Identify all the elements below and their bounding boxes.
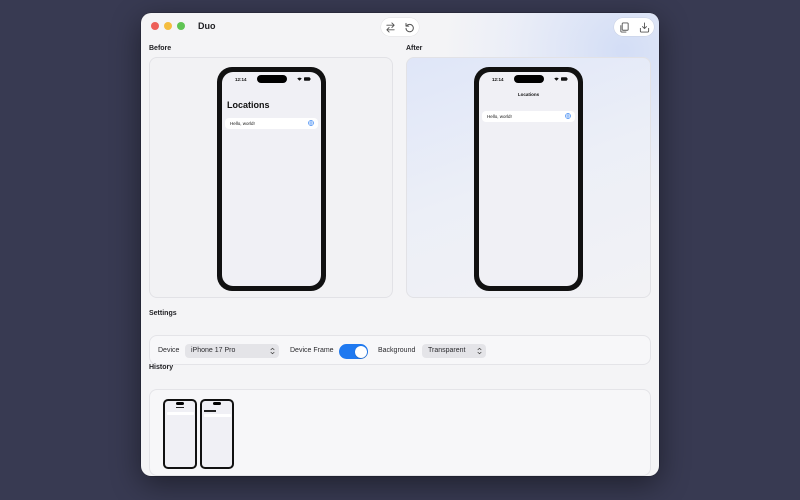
thumb-large-title (204, 410, 216, 412)
device-frame-label: Device Frame (290, 347, 334, 354)
before-preview-panel[interactable]: 12:14 Locations Hello, world! (149, 57, 393, 298)
globe-icon (565, 113, 571, 119)
thumb-inline-title (176, 407, 184, 408)
after-label: After (406, 45, 423, 52)
device-select-value: iPhone 17 Pro (191, 347, 236, 354)
after-phone-frame: 12:14 Locations Hello, world! (474, 67, 583, 291)
save-tray-icon (639, 21, 649, 33)
close-window-button[interactable] (151, 22, 159, 30)
history-thumb-screen (202, 401, 232, 467)
copy-button[interactable] (616, 19, 632, 35)
minimize-window-button[interactable] (164, 22, 172, 30)
battery-icon (304, 77, 311, 81)
before-label: Before (149, 45, 172, 52)
chevron-updown-icon (270, 347, 275, 355)
thumb-list-row (203, 414, 231, 417)
settings-label: Settings (149, 310, 177, 317)
chevron-updown-icon (477, 347, 482, 355)
battery-icon (561, 77, 568, 81)
status-icons (297, 77, 311, 81)
wifi-icon (297, 77, 302, 81)
background-label: Background (378, 347, 416, 354)
list-row-text: Hello, world! (230, 121, 255, 126)
after-preview-panel[interactable]: 12:14 Locations Hello, world! (406, 57, 651, 298)
dynamic-island (257, 75, 287, 83)
swap-button[interactable] (383, 19, 399, 35)
screen-large-title: Locations (227, 100, 270, 110)
dynamic-island (213, 402, 221, 405)
save-button[interactable] (636, 19, 652, 35)
dynamic-island (514, 75, 544, 83)
copy-icon (619, 21, 629, 33)
app-title: Duo (198, 21, 216, 31)
dynamic-island (176, 402, 184, 405)
rotate-left-icon (405, 22, 414, 32)
history-label: History (149, 364, 174, 371)
history-item[interactable] (163, 399, 197, 469)
swap-arrows-icon (386, 21, 395, 33)
device-label: Device (158, 347, 180, 354)
toolbar-export-group (614, 18, 654, 36)
device-frame-toggle[interactable] (339, 344, 368, 359)
toggle-knob (354, 345, 367, 358)
background-select[interactable]: Transparent (422, 344, 486, 358)
before-phone-screen: 12:14 Locations Hello, world! (222, 72, 321, 286)
after-phone-screen: 12:14 Locations Hello, world! (479, 72, 578, 286)
wifi-icon (554, 77, 559, 81)
toolbar-compare-group (381, 18, 419, 36)
list-row: Hello, world! (482, 111, 575, 122)
zoom-window-button[interactable] (177, 22, 185, 30)
title-bar: Duo (141, 13, 659, 41)
app-window: Duo Before 12:14 Locations Hello, world!… (141, 13, 659, 476)
globe-icon (308, 120, 314, 126)
status-time: 12:14 (235, 77, 247, 82)
settings-bar: Device iPhone 17 Pro Device Frame Backgr… (149, 335, 651, 365)
history-item[interactable] (200, 399, 234, 469)
thumb-list-row (166, 412, 194, 415)
status-time: 12:14 (492, 77, 504, 82)
history-thumb-screen (165, 401, 195, 467)
background-select-value: Transparent (428, 347, 466, 354)
list-row-text: Hello, world! (487, 114, 512, 119)
screen-inline-title: Locations (517, 92, 540, 97)
device-select[interactable]: iPhone 17 Pro (185, 344, 279, 358)
before-phone-frame: 12:14 Locations Hello, world! (217, 67, 326, 291)
reset-button[interactable] (402, 19, 418, 35)
status-icons (554, 77, 568, 81)
history-panel (149, 389, 651, 476)
list-row: Hello, world! (225, 118, 318, 129)
